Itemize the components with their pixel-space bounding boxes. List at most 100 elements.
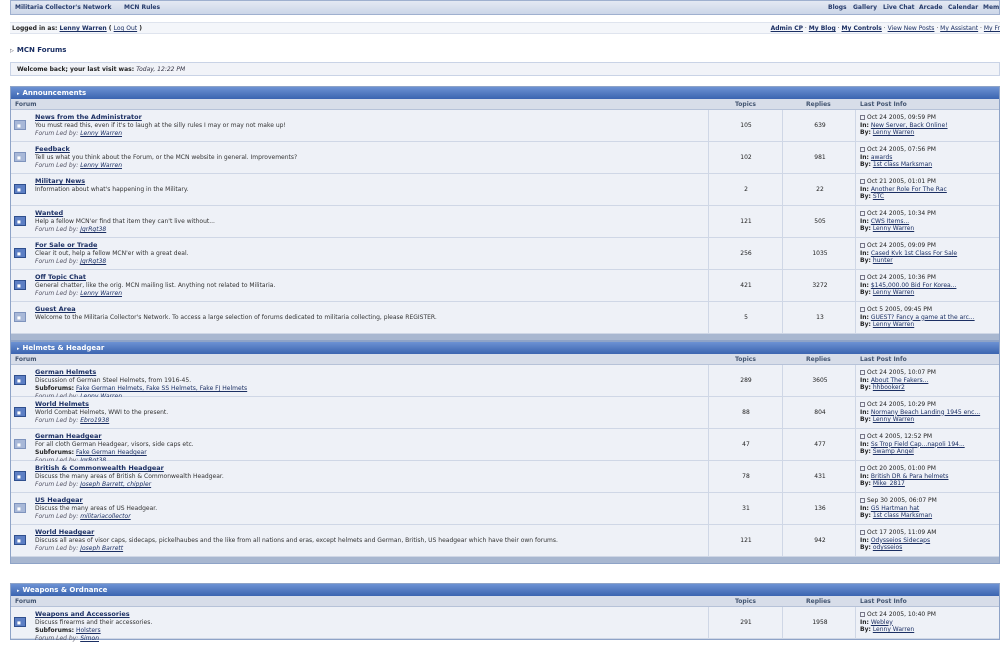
last-post-icon[interactable]	[860, 115, 865, 120]
last-post-icon[interactable]	[860, 498, 865, 503]
last-post-author-link[interactable]: Lenny Warren	[873, 321, 914, 328]
moderator-link[interactable]: JgrRgt38	[80, 226, 106, 233]
collapse-arrow-icon[interactable]: ▸	[17, 346, 20, 352]
my-blog-link[interactable]: My Blog	[809, 25, 836, 32]
forum-name-link[interactable]: For Sale or Trade	[35, 241, 97, 249]
forum-icon-glyph: ■	[17, 474, 21, 479]
last-post-icon[interactable]	[860, 402, 865, 407]
last-post-topic-link[interactable]: British DR & Para helmets	[871, 473, 949, 480]
forum-name-link[interactable]: Feedback	[35, 145, 70, 153]
last-post-topic-link[interactable]: GUEST? Fancy a game at the arc...	[871, 314, 975, 321]
last-post-topic-link[interactable]: Normany Beach Landing 1945 enc...	[871, 409, 980, 416]
nav-link-home[interactable]: Militaria Collector's Network	[15, 4, 112, 11]
last-post-icon[interactable]	[860, 243, 865, 248]
col-last-post: Last Post Info	[860, 598, 907, 605]
forum-name-link[interactable]: German Helmets	[35, 368, 96, 376]
last-post-author-link[interactable]: 1st class Marksman	[873, 512, 932, 519]
last-post-topic-link[interactable]: New Server, Back Online!	[871, 122, 948, 129]
last-post-author-link[interactable]: Swamp Angel	[873, 448, 914, 455]
nav-link-live-chat[interactable]: Live Chat	[883, 4, 915, 11]
last-post-topic-link[interactable]: awards	[871, 154, 893, 161]
my-friends-link[interactable]: My Fr	[984, 25, 1000, 32]
forum-name-link[interactable]: British & Commonwealth Headgear	[35, 464, 164, 472]
forum-name-link[interactable]: Off Topic Chat	[35, 273, 86, 281]
last-post-author-link[interactable]: hhbooker2	[873, 384, 905, 391]
user-profile-link[interactable]: Lenny Warren	[60, 25, 107, 32]
logout-link[interactable]: Log Out	[114, 25, 138, 32]
view-new-posts-link[interactable]: View New Posts	[888, 25, 935, 32]
forum-name-link[interactable]: Guest Area	[35, 305, 76, 313]
last-post-icon[interactable]	[860, 275, 865, 280]
last-post-icon[interactable]	[860, 211, 865, 216]
last-post-topic-link[interactable]: Another Role For The Rac	[871, 186, 947, 193]
last-post-topic-link[interactable]: CWS Items...	[871, 218, 909, 225]
led-by-label: Forum Led by:	[35, 481, 79, 488]
last-post-author-link[interactable]: Lenny Warren	[873, 416, 914, 423]
collapse-arrow-icon[interactable]: ▸	[17, 91, 20, 97]
moderator-link[interactable]: JgrRgt38	[80, 258, 106, 265]
last-post-icon[interactable]	[860, 466, 865, 471]
last-post-author-link[interactable]: odysseios	[873, 544, 902, 551]
nav-link-arcade[interactable]: Arcade	[919, 4, 943, 11]
last-post-icon[interactable]	[860, 307, 865, 312]
admin-cp-link[interactable]: Admin CP	[771, 25, 803, 32]
last-post-author-link[interactable]: STC	[873, 193, 884, 200]
last-post-topic-link[interactable]: Odysseios Sidecaps	[871, 537, 930, 544]
moderator-link[interactable]: Lenny Warren	[80, 162, 122, 169]
last-post-topic-link[interactable]: GS Hartman hat	[871, 505, 919, 512]
breadcrumb-forums[interactable]: MCN Forums	[17, 46, 67, 54]
last-post-author-link[interactable]: Mike_2817	[873, 480, 905, 487]
subforum-link[interactable]: Holsters	[76, 627, 101, 634]
forum-name-link[interactable]: Military News	[35, 177, 85, 185]
forum-name-link[interactable]: World Helmets	[35, 400, 89, 408]
nav-link-members[interactable]: Mem	[983, 4, 999, 11]
last-post-icon[interactable]	[860, 530, 865, 535]
moderator-link[interactable]: militariacollector	[80, 513, 130, 520]
forum-name-link[interactable]: Weapons and Accessories	[35, 610, 130, 618]
last-post-author-link[interactable]: Lenny Warren	[873, 626, 914, 633]
last-post-icon[interactable]	[860, 179, 865, 184]
category-header[interactable]: ▸ Helmets & Headgear	[11, 342, 999, 354]
last-post-icon[interactable]	[860, 434, 865, 439]
by-label: By:	[860, 384, 871, 391]
last-post-topic-link[interactable]: Cased Kvk 1st Class For Sale	[871, 250, 957, 257]
nav-link-rules[interactable]: MCN Rules	[124, 4, 160, 11]
last-post-author-link[interactable]: 1st class Marksman	[873, 161, 932, 168]
last-post-author-link[interactable]: Lenny Warren	[873, 289, 914, 296]
last-post-icon[interactable]	[860, 370, 865, 375]
my-controls-link[interactable]: My Controls	[842, 25, 882, 32]
forum-name-link[interactable]: World Headgear	[35, 528, 94, 536]
forum-led-by: Forum Led by: Lenny Warren	[35, 162, 715, 169]
forum-name-link[interactable]: Wanted	[35, 209, 63, 217]
forum-name-link[interactable]: News from the Administrator	[35, 113, 142, 121]
nav-link-calendar[interactable]: Calendar	[948, 4, 978, 11]
last-post-author-link[interactable]: Lenny Warren	[873, 225, 914, 232]
moderator-link[interactable]: Ebro1938	[80, 417, 109, 424]
last-post-topic-link[interactable]: About The Fakers...	[871, 377, 929, 384]
category-header[interactable]: ▸ Announcements	[11, 87, 999, 99]
nav-link-blogs[interactable]: Blogs	[828, 4, 847, 11]
collapse-arrow-icon[interactable]: ▸	[17, 588, 20, 594]
moderator-link[interactable]: Simon	[80, 635, 99, 642]
nav-link-gallery[interactable]: Gallery	[853, 4, 877, 11]
category-header[interactable]: ▸ Weapons & Ordnance	[11, 584, 999, 596]
moderator-link[interactable]: Lenny Warren	[80, 290, 122, 297]
subforums-line: Subforums: Fake German Helmets, Fake SS …	[35, 385, 715, 392]
moderator-link[interactable]: Lenny Warren	[80, 130, 122, 137]
last-post-author-link[interactable]: hunter	[873, 257, 893, 264]
last-post-topic-link[interactable]: Ss Trop Field Cap...napoli 194...	[871, 441, 965, 448]
forum-description: Discuss the many areas of British & Comm…	[35, 473, 224, 480]
last-post-topic-link[interactable]: Webley	[871, 619, 893, 626]
moderator-link[interactable]: Joseph Barrett, chippler	[80, 481, 151, 488]
last-post-icon[interactable]	[860, 147, 865, 152]
my-assistant-link[interactable]: My Assistant	[940, 25, 978, 32]
subforum-link[interactable]: Fake German Headgear	[76, 449, 147, 456]
last-post-icon[interactable]	[860, 612, 865, 617]
forum-name-link[interactable]: US Headgear	[35, 496, 83, 504]
forum-row: ■ British & Commonwealth Headgear Discuss …	[11, 461, 999, 493]
subforum-link[interactable]: Fake German Helmets, Fake SS Helmets, Fa…	[76, 385, 247, 392]
forum-name-link[interactable]: German Headgear	[35, 432, 102, 440]
last-post-author-link[interactable]: Lenny Warren	[873, 129, 914, 136]
moderator-link[interactable]: Joseph Barrett	[80, 545, 123, 552]
last-post-topic-link[interactable]: $145,000.00 Bid For Korea...	[871, 282, 957, 289]
